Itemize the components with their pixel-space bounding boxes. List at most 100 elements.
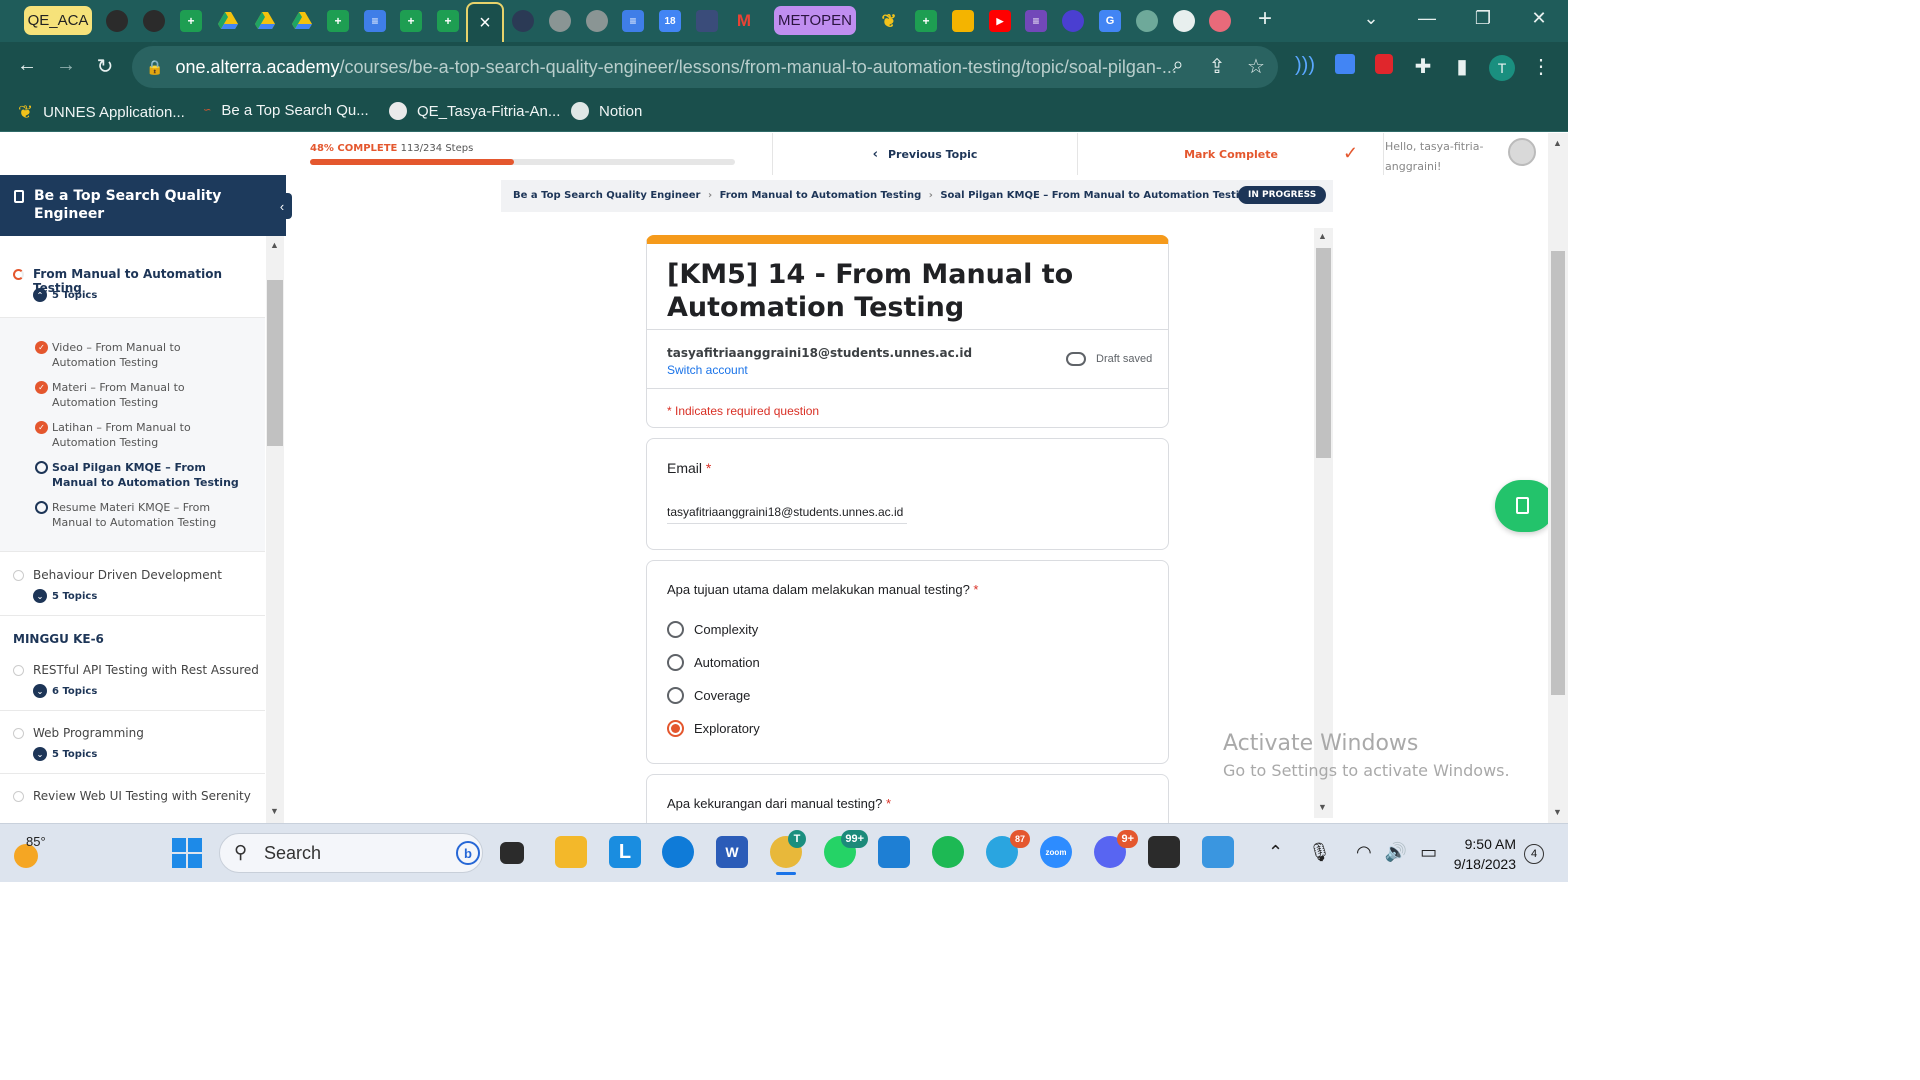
floating-document-button[interactable]: [1495, 480, 1555, 532]
forward-button[interactable]: →: [52, 54, 80, 77]
globe-tab-icon[interactable]: [586, 10, 608, 32]
lesson-item[interactable]: Review Web UI Testing with Serenity: [0, 774, 265, 823]
start-button[interactable]: [172, 838, 202, 868]
zoom-icon[interactable]: zoom: [1040, 836, 1072, 868]
speaker-icon[interactable]: 🔊: [1385, 842, 1407, 862]
google-sheets-tab-icon[interactable]: +: [915, 10, 937, 32]
google-docs-tab-icon[interactable]: ≡: [364, 10, 386, 32]
side-panel-icon[interactable]: ▮: [1448, 54, 1476, 79]
quillbot-tab-icon[interactable]: [1062, 10, 1084, 32]
github-tab-icon[interactable]: [143, 10, 165, 32]
google-sheets-tab-icon[interactable]: +: [327, 10, 349, 32]
email-field[interactable]: tasyafitriaanggraini18@students.unnes.ac…: [667, 505, 907, 524]
breadcrumb-lesson-link[interactable]: From Manual to Automation Testing: [720, 190, 922, 201]
topic-item[interactable]: ✓ Latihan – From Manual to Automation Tes…: [35, 420, 245, 450]
topic-item-current[interactable]: Soal Pilgan KMQE – From Manual to Automa…: [35, 460, 245, 490]
browser-menu-icon[interactable]: ⋮: [1527, 54, 1555, 79]
share-icon[interactable]: ⇪: [1203, 54, 1231, 79]
user-avatar[interactable]: [1508, 138, 1536, 166]
forms-tab-icon[interactable]: ≡: [1025, 10, 1047, 32]
globe-tab-icon[interactable]: [549, 10, 571, 32]
address-bar[interactable]: 🔒 one.alterra.academy/courses/be-a-top-s…: [132, 46, 1278, 88]
zoom-icon[interactable]: ⌕: [1164, 54, 1192, 77]
tab-group-qe-aca[interactable]: QE_ACA: [24, 6, 92, 35]
bookmark-github[interactable]: QE_Tasya-Fitria-An...: [389, 102, 560, 120]
page-scrollbar-thumb[interactable]: [1551, 251, 1565, 695]
radio-option[interactable]: Coverage: [667, 687, 750, 704]
lesson-item[interactable]: RESTful API Testing with Rest Assured ⌄ 6…: [0, 648, 265, 711]
scroll-down-arrow-icon[interactable]: ▼: [1553, 807, 1562, 817]
topic-item[interactable]: Resume Materi KMQE – From Manual to Auto…: [35, 500, 245, 530]
translate-extension-icon[interactable]: [1331, 54, 1359, 80]
edge-icon[interactable]: [662, 836, 694, 868]
minimize-button[interactable]: —: [1412, 8, 1442, 29]
new-tab-button[interactable]: +: [1250, 5, 1280, 33]
photos-icon[interactable]: [1202, 836, 1234, 868]
radio-option-selected[interactable]: Exploratory: [667, 720, 760, 737]
form-scrollbar-thumb[interactable]: [1316, 248, 1331, 458]
topics-toggle[interactable]: ⌄ 5 Topics: [33, 747, 97, 761]
form-scrollbar[interactable]: ▲ ▼: [1314, 228, 1333, 818]
calendar-tab-icon[interactable]: 18: [659, 10, 681, 32]
radio-button[interactable]: [667, 654, 684, 671]
taskbar-search[interactable]: ⚲ Search b: [219, 833, 483, 873]
radio-button[interactable]: [667, 687, 684, 704]
google-drive-tab-icon[interactable]: [217, 10, 239, 32]
mark-complete-button[interactable]: Mark Complete: [1079, 133, 1384, 175]
dark-site-tab-icon[interactable]: [512, 10, 534, 32]
whatsapp-icon[interactable]: 99+: [824, 830, 868, 868]
bookmark-unnes[interactable]: ❦ UNNES Application...: [18, 102, 185, 123]
scroll-up-arrow-icon[interactable]: ▲: [1318, 231, 1327, 241]
youtube-tab-icon[interactable]: ▶: [989, 10, 1011, 32]
translate-tab-icon[interactable]: G: [1099, 10, 1121, 32]
restore-button[interactable]: ❐: [1468, 8, 1498, 29]
topic-item[interactable]: ✓ Video – From Manual to Automation Testi…: [35, 340, 245, 370]
bing-icon[interactable]: b: [456, 841, 480, 865]
previous-topic-button[interactable]: ‹ Previous Topic: [772, 133, 1078, 175]
profile-avatar[interactable]: T: [1489, 55, 1515, 81]
blocker-extension-icon[interactable]: [1370, 54, 1398, 80]
switch-account-link[interactable]: Switch account: [667, 363, 748, 377]
lesson-current[interactable]: From Manual to Automation Testing ⌃ 5 Top…: [0, 236, 265, 318]
radio-button-selected[interactable]: [667, 720, 684, 737]
app-l-icon[interactable]: L: [609, 836, 641, 868]
sticky-notes-icon[interactable]: [1148, 836, 1180, 868]
microphone-icon[interactable]: 🎙: [1308, 842, 1331, 862]
radio-option[interactable]: Automation: [667, 654, 760, 671]
lesson-item[interactable]: Web Programming ⌄ 5 Topics: [0, 711, 265, 774]
chevron-up-icon[interactable]: ⌃: [1268, 842, 1283, 862]
chrome-tab-icon[interactable]: [1173, 10, 1195, 32]
google-docs-tab-icon[interactable]: ≡: [622, 10, 644, 32]
telegram-icon[interactable]: 87: [986, 830, 1030, 868]
google-drive-tab-icon[interactable]: [254, 10, 276, 32]
google-sheets-tab-icon[interactable]: +: [437, 10, 459, 32]
tab-search-chevron-icon[interactable]: ⌄: [1356, 8, 1386, 29]
scroll-down-arrow-icon[interactable]: ▼: [1318, 802, 1327, 812]
clock[interactable]: 9:50 AM 9/18/2023: [1440, 834, 1516, 874]
scroll-up-arrow-icon[interactable]: ▲: [1553, 138, 1562, 148]
vscode-icon[interactable]: [878, 836, 910, 868]
tab-group-metopen[interactable]: METOPEN: [774, 6, 856, 35]
page-scrollbar[interactable]: ▲ ▼: [1548, 133, 1568, 823]
bookmark-alterra[interactable]: ∽ Be a Top Search Qu...: [203, 102, 369, 119]
wifi-icon[interactable]: ◠: [1356, 842, 1372, 862]
scroll-down-arrow-icon[interactable]: ▼: [270, 806, 279, 816]
notification-count[interactable]: 4: [1524, 844, 1544, 864]
google-sheets-tab-icon[interactable]: +: [400, 10, 422, 32]
site-tab-icon[interactable]: [696, 10, 718, 32]
battery-icon[interactable]: ▭: [1420, 842, 1437, 862]
collapse-sidebar-button[interactable]: ‹: [272, 193, 292, 219]
bookmark-star-icon[interactable]: ☆: [1242, 54, 1270, 79]
extensions-puzzle-icon[interactable]: ✚: [1409, 54, 1437, 79]
topics-toggle[interactable]: ⌃ 5 Topics: [33, 288, 97, 302]
topics-toggle[interactable]: ⌄ 6 Topics: [33, 684, 97, 698]
gmail-tab-icon[interactable]: M: [733, 10, 755, 32]
unnes-tab-icon[interactable]: ❦: [878, 10, 900, 32]
file-explorer-icon[interactable]: [555, 836, 587, 868]
google-sheets-tab-icon[interactable]: +: [180, 10, 202, 32]
back-button[interactable]: ←: [13, 54, 41, 77]
bookmark-notion[interactable]: Notion: [571, 102, 642, 120]
sidebar-scrollbar[interactable]: ▲ ▼: [266, 236, 284, 823]
google-slides-tab-icon[interactable]: [952, 10, 974, 32]
sidebar-scrollbar-thumb[interactable]: [267, 280, 283, 446]
